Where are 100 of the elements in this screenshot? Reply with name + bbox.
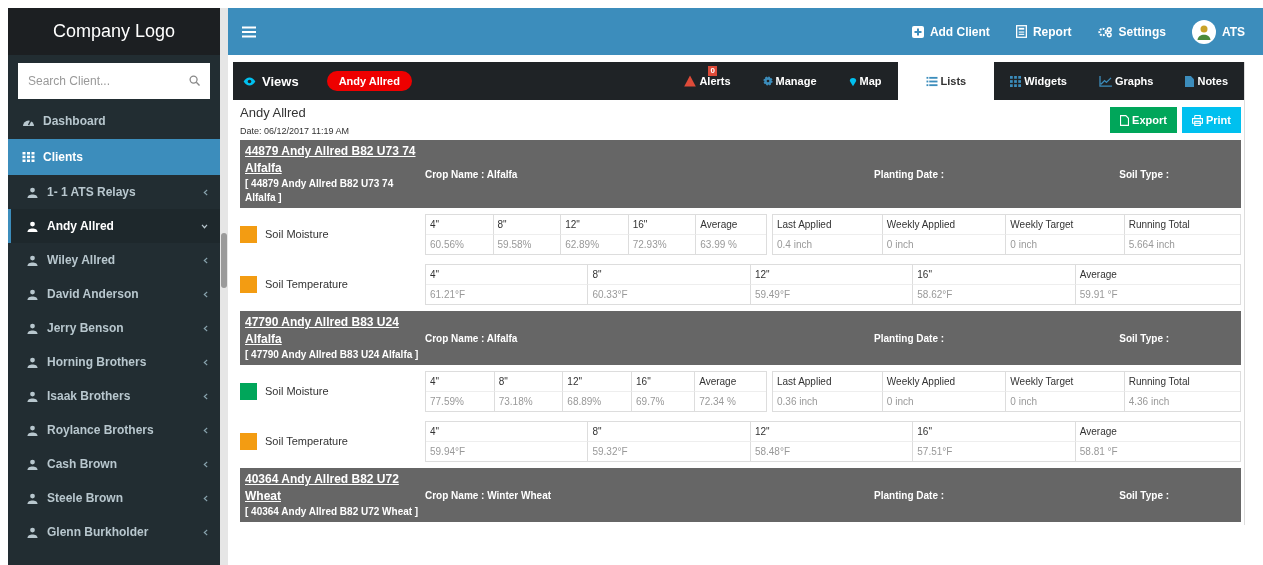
view-tab[interactable]: Widgets: [994, 62, 1083, 100]
client-item[interactable]: Andy Allred: [8, 209, 220, 243]
planting-date: Planting Date :: [873, 332, 946, 344]
table-header: Average: [1078, 424, 1118, 439]
nav-item[interactable]: Clients: [8, 139, 220, 175]
client-item[interactable]: Steele Brown: [8, 481, 220, 515]
menu-icon[interactable]: [242, 25, 256, 38]
planting-date: Planting Date :: [873, 168, 946, 180]
list-icon: [925, 75, 938, 87]
chevron-left-icon: [203, 426, 208, 434]
chevron-left-icon: [203, 392, 208, 400]
header-link[interactable]: Settings: [1097, 24, 1166, 39]
view-tab[interactable]: Lists: [897, 62, 995, 100]
table-header: 4": [426, 214, 494, 234]
table-header: 8": [588, 421, 751, 441]
user-icon: [27, 424, 38, 436]
table-cell: 61.21°F: [426, 283, 589, 304]
search-field[interactable]: Search Client...: [18, 63, 210, 99]
table-cell: 73.18%: [494, 390, 564, 411]
table-cell: 58.81 °F: [1075, 440, 1240, 461]
table-header: 16": [913, 421, 1076, 441]
user-icon: [27, 254, 38, 266]
table-header: Average: [1078, 267, 1118, 282]
table-header: 16": [913, 264, 1076, 284]
table-cell: 72.34 %: [695, 390, 766, 411]
document-icon: [1185, 75, 1195, 87]
client-item[interactable]: 1- 1 ATS Relays: [8, 175, 220, 209]
field-link[interactable]: 40364 Andy Allred B82 U72 Wheat: [245, 471, 425, 505]
printer-icon: [1191, 114, 1203, 126]
grid-icon: [22, 152, 35, 162]
field-id: [ 40364 Andy Allred B82 U72 Wheat ]: [245, 505, 420, 519]
sensor-name: Soil Temperature: [265, 435, 348, 447]
chevron-left-icon: [203, 528, 208, 536]
view-tab[interactable]: Notes: [1169, 62, 1244, 100]
count-badge: 0: [708, 66, 717, 76]
table-header: Average: [699, 217, 739, 232]
chevron-left-icon: [203, 188, 208, 196]
soil-type: Soil Type :: [1118, 168, 1171, 180]
avatar-icon: [1191, 19, 1216, 44]
field-link[interactable]: 47790 Andy Allred B83 U24 Alfalfa: [245, 314, 425, 348]
table-header: 16": [632, 371, 696, 391]
table-cell: 59.49°F: [750, 283, 914, 304]
table-cell: 0.4 inch: [773, 233, 883, 254]
table-cell: 0 inch: [882, 390, 1007, 411]
user-icon: [27, 186, 38, 198]
table-cell: 0.36 inch: [773, 390, 883, 411]
soil-type: Soil Type :: [1118, 332, 1171, 344]
client-item[interactable]: Horning Brothers: [8, 345, 220, 379]
table-header: Weekly Applied: [882, 214, 1007, 234]
planting-date: Planting Date :: [873, 489, 946, 501]
client-item[interactable]: Glenn Burkholder: [8, 515, 220, 549]
client-item[interactable]: Isaak Brothers: [8, 379, 220, 413]
nav-item[interactable]: Dashboard: [8, 103, 220, 139]
eye-icon: [243, 76, 256, 86]
chevron-left-icon: [203, 256, 208, 264]
table-cell: 5.664 inch: [1124, 233, 1240, 254]
user-icon: [27, 288, 38, 300]
table-cell: 62.89%: [561, 233, 629, 254]
calculator-icon: [1015, 25, 1027, 38]
header-link[interactable]: Add Client: [911, 24, 990, 39]
field-id: [ 44879 Andy Allred B82 U73 74 Alfalfa ]: [245, 177, 395, 205]
client-item[interactable]: David Anderson: [8, 277, 220, 311]
plus-square-icon: [911, 25, 924, 38]
views-title: Views: [243, 73, 299, 89]
table-cell: 0 inch: [1006, 233, 1125, 254]
table-header: 8": [493, 214, 562, 234]
table-cell: 59.91 °F: [1075, 283, 1240, 304]
view-tab[interactable]: Map: [832, 62, 898, 100]
field-link[interactable]: 44879 Andy Allred B82 U73 74 Alfalfa: [245, 143, 425, 177]
table-header: 12": [750, 264, 914, 284]
table-header: 4": [426, 421, 589, 441]
header-link[interactable]: Report: [1015, 24, 1072, 39]
table-cell: 69.7%: [632, 390, 696, 411]
user-icon: [27, 526, 38, 538]
grid-icon: [1010, 75, 1022, 87]
table-cell: 59.32°F: [588, 440, 751, 461]
field-id: [ 47790 Andy Allred B83 U24 Alfalfa ]: [245, 348, 420, 362]
table-header: Last Applied: [773, 371, 883, 391]
view-tab[interactable]: Alerts 0: [668, 62, 747, 100]
table-cell: 59.94°F: [426, 440, 589, 461]
table-header: Weekly Applied: [882, 371, 1007, 391]
table-header: Running Total: [1127, 217, 1191, 232]
table-cell: 68.89%: [563, 390, 633, 411]
search-icon: [189, 75, 200, 86]
table-header: 16": [628, 214, 697, 234]
table-cell: 59.58%: [493, 233, 562, 254]
crop-name: Crop Name : Winter Wheat: [425, 489, 553, 501]
view-tab[interactable]: Graphs: [1082, 62, 1170, 100]
client-item[interactable]: Wiley Allred: [8, 243, 220, 277]
client-item[interactable]: Jerry Benson: [8, 311, 220, 345]
user-icon: [27, 220, 38, 232]
view-tab[interactable]: Manage: [746, 62, 833, 100]
client-item[interactable]: Roylance Brothers: [8, 413, 220, 447]
client-item[interactable]: Cash Brown: [8, 447, 220, 481]
report-date: Date: 06/12/2017 11:19 AM: [240, 126, 350, 136]
user-menu[interactable]: ATS: [1191, 19, 1245, 44]
line-chart-icon: [1098, 75, 1112, 87]
chevron-left-icon: [203, 324, 208, 332]
soil-type: Soil Type :: [1118, 489, 1171, 501]
table-cell: 0 inch: [882, 233, 1007, 254]
